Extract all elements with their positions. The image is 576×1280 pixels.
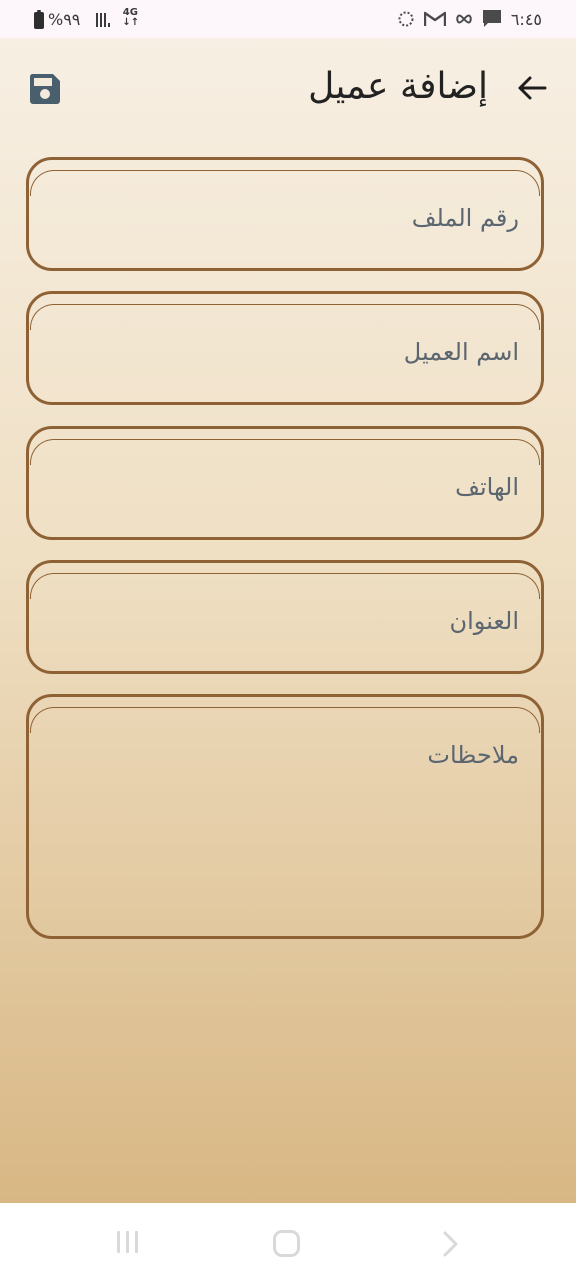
phone-placeholder: الهاتف (455, 473, 519, 501)
save-button[interactable] (26, 70, 64, 108)
battery-percentage: %٩٩ (48, 9, 81, 29)
client-name-placeholder: اسم العميل (403, 338, 519, 366)
status-right-group: ٦:٤٥ (397, 8, 542, 30)
home-icon[interactable] (273, 1230, 300, 1257)
signal-bars-icon (96, 11, 118, 27)
file-number-placeholder: رقم الملف (411, 204, 519, 232)
network-4g-icon: 4G ↓↑ (122, 8, 140, 30)
spinner-icon (398, 11, 414, 27)
app-header: إضافة عميل (0, 38, 576, 144)
field-inner-border (30, 304, 540, 330)
gmail-icon (423, 11, 446, 26)
message-icon (482, 10, 501, 27)
notes-field[interactable]: ملاحظات (26, 694, 544, 939)
back-button[interactable] (512, 68, 552, 108)
clock: ٦:٤٥ (510, 9, 542, 29)
phone-field[interactable]: الهاتف (26, 426, 544, 540)
field-inner-border (30, 439, 540, 465)
system-nav-bar (0, 1203, 576, 1280)
field-inner-border (30, 707, 540, 733)
save-floppy-icon (29, 74, 60, 104)
address-field[interactable]: العنوان (26, 560, 544, 674)
address-placeholder: العنوان (449, 607, 520, 635)
status-left-group: %٩٩ 4G ↓↑ (34, 8, 140, 30)
client-name-field[interactable]: اسم العميل (26, 291, 544, 405)
infinity-icon (456, 14, 472, 24)
field-inner-border (30, 170, 540, 196)
notes-placeholder: ملاحظات (427, 741, 519, 769)
field-inner-border (30, 573, 540, 599)
status-bar: %٩٩ 4G ↓↑ ٦:٤٥ (0, 0, 576, 38)
page-title: إضافة عميل (308, 66, 488, 107)
battery-full-icon (34, 9, 44, 29)
recent-apps-icon[interactable] (112, 1231, 142, 1253)
app-screen: إضافة عميل رقم الملف اسم العميل الهاتف ا… (0, 38, 576, 1203)
network-arrows-label: ↓↑ (122, 17, 140, 28)
arrow-back-icon (518, 76, 547, 100)
file-number-field[interactable]: رقم الملف (26, 157, 544, 271)
nav-back-icon[interactable] (436, 1229, 466, 1259)
